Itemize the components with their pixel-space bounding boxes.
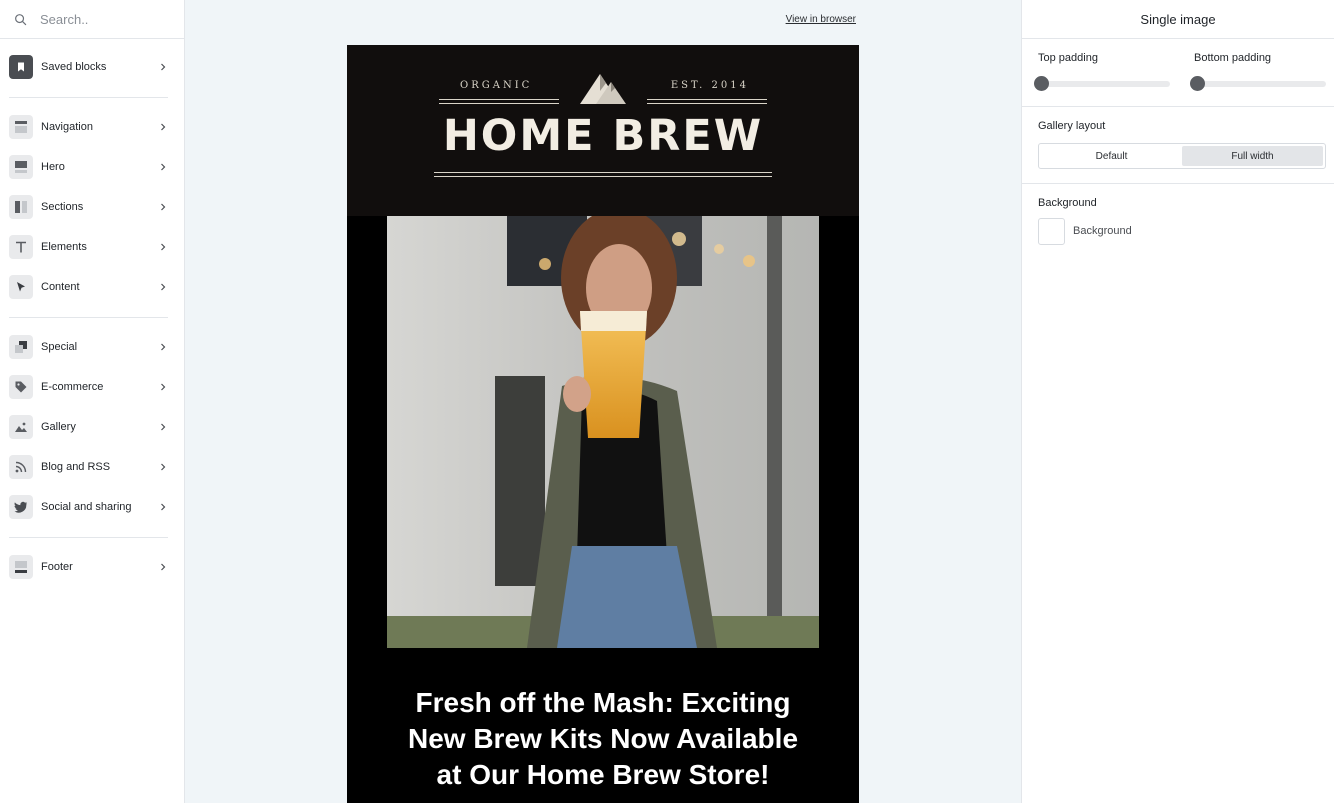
woman-holding-beer-image [387,216,819,648]
email-preview: ORGANIC EST. 2014 HOME BREW Fresh off th… [347,45,859,803]
header-rule [647,103,767,104]
header-rule [439,99,559,100]
cursor-icon [9,275,33,299]
chevron-right-icon [161,123,166,131]
chevron-right-icon [161,563,166,571]
sidebar-divider [9,97,168,98]
top-padding-label: Top padding [1038,52,1098,64]
header-rule [434,172,772,173]
email-headline[interactable]: Fresh off the Mash: Exciting New Brew Ki… [377,685,829,793]
sidebar-item-navigation[interactable]: Navigation [0,107,184,147]
layout-option-full-width[interactable]: Full width [1182,146,1323,166]
background-color-swatch[interactable] [1038,218,1065,245]
sidebar-item-special[interactable]: Special [0,327,184,367]
top-padding-slider[interactable] [1034,76,1170,91]
chevron-right-icon [161,423,166,431]
properties-panel: Single image Top padding Bottom padding … [1021,0,1334,803]
panel-title: Single image [1022,0,1334,39]
image-icon [9,415,33,439]
navigation-block-icon [9,115,33,139]
tagline-organic: ORGANIC [460,80,533,91]
background-section-label: Background [1038,197,1097,209]
twitter-icon [9,495,33,519]
header-rule [647,99,767,100]
layers-icon [9,335,33,359]
chevron-right-icon [161,383,166,391]
layout-option-default[interactable]: Default [1041,146,1182,166]
sidebar-item-ecommerce[interactable]: E-commerce [0,367,184,407]
sidebar-item-footer[interactable]: Footer [0,547,184,587]
headline-line: at Our Home Brew Store! [436,759,770,790]
padding-section: Top padding Bottom padding [1022,39,1334,107]
footer-block-icon [9,555,33,579]
search-input[interactable] [40,11,170,27]
bookmark-icon [9,55,33,79]
sidebar-item-label: Blog and RSS [41,461,111,473]
sidebar-item-label: Saved blocks [41,61,107,73]
hero-block-icon [9,155,33,179]
sidebar-item-label: Gallery [41,421,76,433]
chevron-right-icon [161,503,166,511]
hero-image[interactable] [387,216,819,648]
sidebar-item-content[interactable]: Content [0,267,184,307]
headline-line: Fresh off the Mash: Exciting [415,687,791,718]
search-icon [15,13,27,25]
slider-handle[interactable] [1034,76,1049,91]
brand-logo-text: HOME BREW [442,111,764,161]
sidebar-item-label: Hero [41,161,65,173]
chevron-right-icon [161,203,166,211]
sidebar-item-gallery[interactable]: Gallery [0,407,184,447]
background-swatch-label: Background [1073,225,1132,237]
sidebar-item-label: Social and sharing [41,501,132,513]
bottom-padding-label: Bottom padding [1194,52,1272,64]
view-in-browser-link[interactable]: View in browser [786,14,856,25]
sidebar-item-saved-blocks[interactable]: Saved blocks [0,47,184,87]
sidebar-item-label: Navigation [41,121,93,133]
sidebar-item-label: Elements [41,241,87,253]
rss-icon [9,455,33,479]
columns-icon [9,195,33,219]
blocks-sidebar: Saved blocks Navigation Hero Sections El… [0,0,185,803]
chevron-right-icon [161,343,166,351]
sidebar-divider [9,537,168,538]
chevron-right-icon [161,463,166,471]
chevron-right-icon [161,243,166,251]
sidebar-item-sections[interactable]: Sections [0,187,184,227]
tagline-established: EST. 2014 [670,80,749,91]
chevron-right-icon [161,63,166,71]
bottom-padding-slider[interactable] [1190,76,1326,91]
email-header[interactable]: ORGANIC EST. 2014 HOME BREW [347,45,859,216]
search-bar [0,0,184,39]
sidebar-item-label: Sections [41,201,84,213]
sidebar-item-social-sharing[interactable]: Social and sharing [0,487,184,527]
sidebar-item-blog-rss[interactable]: Blog and RSS [0,447,184,487]
chevron-right-icon [161,163,166,171]
chevron-right-icon [161,283,166,291]
tag-icon [9,375,33,399]
header-rule [439,103,559,104]
headline-line: New Brew Kits Now Available [407,723,799,754]
sidebar-item-label: Special [41,341,78,353]
header-rule [434,176,772,177]
email-canvas: View in browser ORGANIC EST. 2014 HOME B… [185,0,1021,803]
slider-handle[interactable] [1190,76,1205,91]
sidebar-item-hero[interactable]: Hero [0,147,184,187]
sidebar-divider [9,317,168,318]
mountain-logo-icon [580,74,626,104]
text-icon [9,235,33,259]
sidebar-item-label: Content [41,281,80,293]
sidebar-item-label: E-commerce [41,381,104,393]
gallery-layout-toggle: Default Full width [1038,143,1326,169]
gallery-layout-label: Gallery layout [1038,120,1106,132]
sidebar-item-elements[interactable]: Elements [0,227,184,267]
gallery-layout-section: Gallery layout Default Full width [1022,107,1334,184]
sidebar-item-label: Footer [41,561,73,573]
